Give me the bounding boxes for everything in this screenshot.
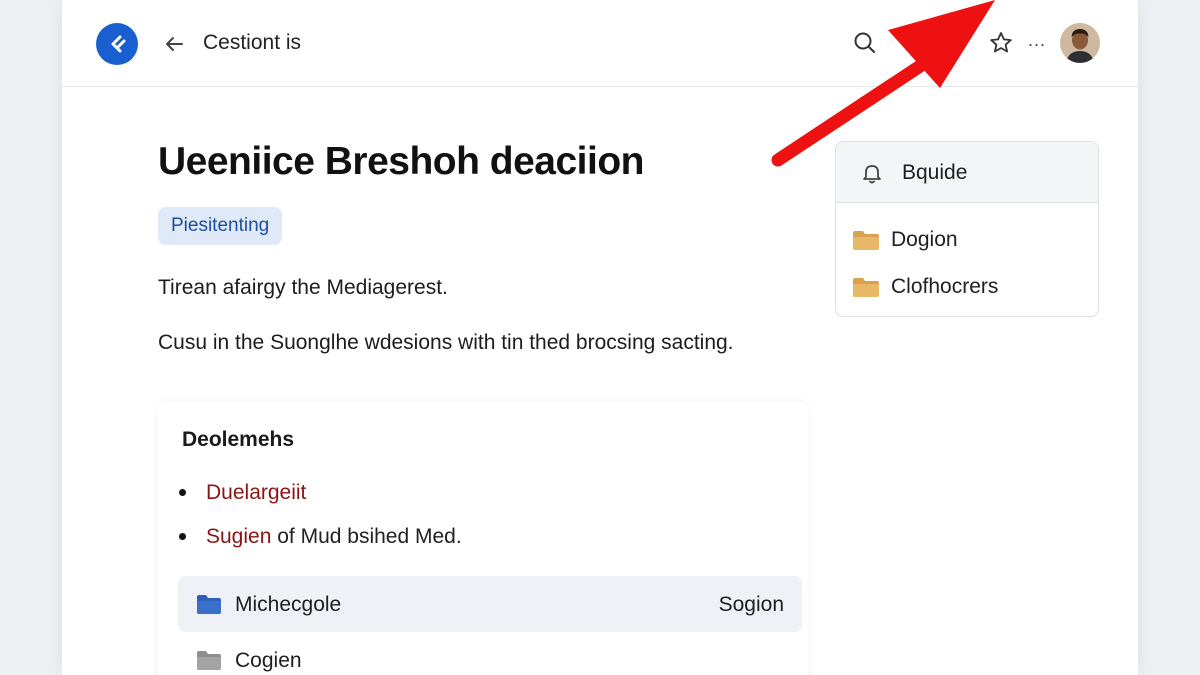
side-panel: Bquide Dogion Clofhocrers xyxy=(835,141,1099,317)
bullet-text: of Mud bsihed Med. xyxy=(271,525,462,548)
details-card: Deolemehs Duelargeiit Sugien of Mud bsih… xyxy=(158,402,808,675)
side-item-folder[interactable]: Dogion xyxy=(836,220,1098,260)
app-logo-icon[interactable] xyxy=(96,23,138,65)
side-panel-title: Bquide xyxy=(902,161,968,184)
folder-icon xyxy=(852,229,880,256)
folder-icon xyxy=(196,649,222,675)
file-row[interactable]: Cogien xyxy=(178,632,802,675)
file-meta: Sogion xyxy=(718,593,784,616)
back-arrow-icon[interactable] xyxy=(160,30,188,58)
window-title: Cestiont is xyxy=(203,31,302,54)
list-item: Duelargeiit xyxy=(179,481,306,505)
list-item: Sugien of Mud bsihed Med. xyxy=(179,525,462,549)
file-row-selected[interactable]: Michecgole Sogion xyxy=(178,576,802,632)
file-name: Cogien xyxy=(235,649,302,672)
bell-icon xyxy=(860,161,884,190)
card-title: Deolemehs xyxy=(182,428,295,451)
bullet-link[interactable]: Duelargeiit xyxy=(206,481,306,504)
folder-icon xyxy=(852,276,880,303)
bullet-link[interactable]: Sugien xyxy=(206,525,271,548)
side-panel-header[interactable]: Bquide xyxy=(836,142,1098,203)
status-tag[interactable]: Piesitenting xyxy=(158,207,283,245)
side-item-label: Dogion xyxy=(891,228,958,251)
document-title: Ueeniice Breshoh deaciion xyxy=(158,140,645,183)
side-item-folder[interactable]: Clofhocrers xyxy=(836,267,1098,307)
top-bar: Cestiont is ... xyxy=(62,0,1138,87)
avatar[interactable] xyxy=(1060,23,1100,63)
star-icon[interactable] xyxy=(986,28,1016,58)
folder-icon xyxy=(196,593,222,620)
file-name: Michecgole xyxy=(235,593,342,616)
paragraph-1: Tirean afairgy the Mediagerest. xyxy=(158,276,448,299)
search-icon[interactable] xyxy=(850,28,880,58)
paragraph-2: Cusu in the Suonglhe wdesions with tin t… xyxy=(158,331,734,354)
bullet-icon xyxy=(179,489,186,496)
bullet-icon xyxy=(179,533,186,540)
more-options-button[interactable]: ... xyxy=(1028,30,1046,51)
side-item-label: Clofhocrers xyxy=(891,275,999,298)
document-window: Cestiont is ... Ueeniice Breshoh deaciio… xyxy=(62,0,1138,675)
